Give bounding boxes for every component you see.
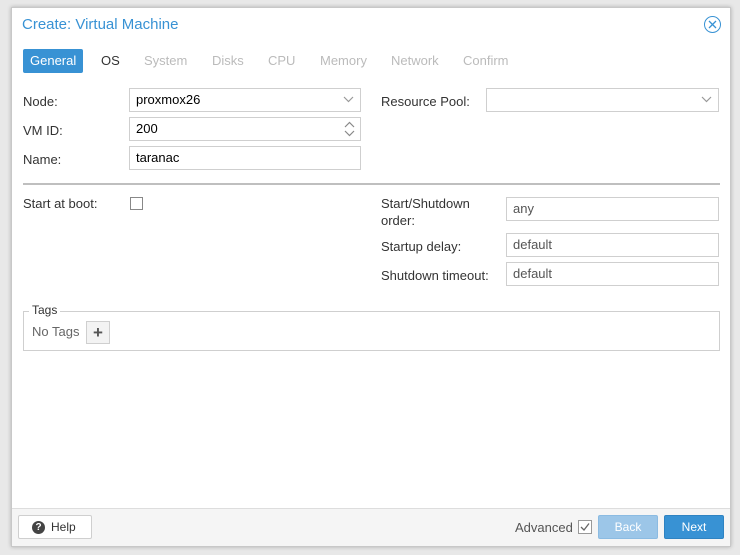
node-select[interactable]: proxmox26: [129, 88, 361, 112]
resource-pool-select[interactable]: [486, 88, 719, 112]
node-value: proxmox26: [136, 92, 201, 107]
resource-pool-label: Resource Pool:: [381, 94, 470, 109]
chevron-down-icon: [701, 96, 712, 103]
dialog-footer: ? Help Advanced Back Next: [12, 508, 730, 546]
shutdown-timeout-value: default: [513, 266, 553, 281]
vmid-spinner[interactable]: 200: [129, 117, 361, 141]
tab-network: Network: [391, 53, 439, 68]
plus-icon: +: [93, 323, 103, 342]
name-label: Name:: [23, 152, 62, 167]
tab-disks: Disks: [212, 53, 244, 68]
close-icon: [708, 20, 717, 29]
dialog-titlebar: Create: Virtual Machine: [12, 8, 730, 42]
startup-order-label-line2: order:: [381, 213, 415, 228]
startup-order-input[interactable]: any: [506, 197, 719, 221]
question-circle-icon: ?: [32, 521, 45, 534]
tab-memory: Memory: [320, 53, 367, 68]
add-tag-button[interactable]: +: [86, 321, 110, 344]
spinner-arrows-icon[interactable]: [344, 120, 355, 138]
checkmark-icon: [580, 523, 590, 531]
tab-os[interactable]: OS: [94, 49, 127, 73]
help-button[interactable]: ? Help: [18, 515, 92, 539]
no-tags-text: No Tags: [32, 324, 80, 339]
startup-order-label-line1: Start/Shutdown: [381, 196, 470, 211]
advanced-checkbox[interactable]: [578, 520, 592, 534]
startup-delay-label: Startup delay:: [381, 239, 462, 254]
startup-delay-value: default: [513, 237, 553, 252]
start-at-boot-label: Start at boot:: [23, 196, 98, 211]
next-button[interactable]: Next: [664, 515, 724, 539]
startup-order-value: any: [513, 201, 534, 216]
vmid-value: 200: [136, 121, 158, 136]
tab-system: System: [144, 53, 188, 68]
close-button[interactable]: [704, 16, 721, 33]
shutdown-timeout-input[interactable]: default: [506, 262, 719, 286]
tab-general[interactable]: General: [23, 49, 84, 73]
section-divider: [23, 183, 720, 185]
tags-fieldset: [23, 311, 720, 351]
start-at-boot-checkbox[interactable]: [130, 197, 143, 210]
chevron-down-icon: [343, 96, 354, 103]
back-button[interactable]: Back: [598, 515, 658, 539]
create-vm-dialog: Create: Virtual Machine General OS Syste…: [11, 7, 731, 547]
node-label: Node:: [23, 94, 58, 109]
tags-legend: Tags: [29, 303, 61, 317]
tab-cpu: CPU: [268, 53, 296, 68]
help-label: Help: [51, 520, 76, 534]
tab-confirm: Confirm: [463, 53, 509, 68]
name-value: taranac: [136, 150, 180, 165]
advanced-label: Advanced: [515, 520, 573, 535]
vmid-label: VM ID:: [23, 123, 63, 138]
name-input[interactable]: taranac: [129, 146, 361, 170]
startup-delay-input[interactable]: default: [506, 233, 719, 257]
dialog-title: Create: Virtual Machine: [22, 16, 179, 33]
shutdown-timeout-label: Shutdown timeout:: [381, 268, 489, 283]
